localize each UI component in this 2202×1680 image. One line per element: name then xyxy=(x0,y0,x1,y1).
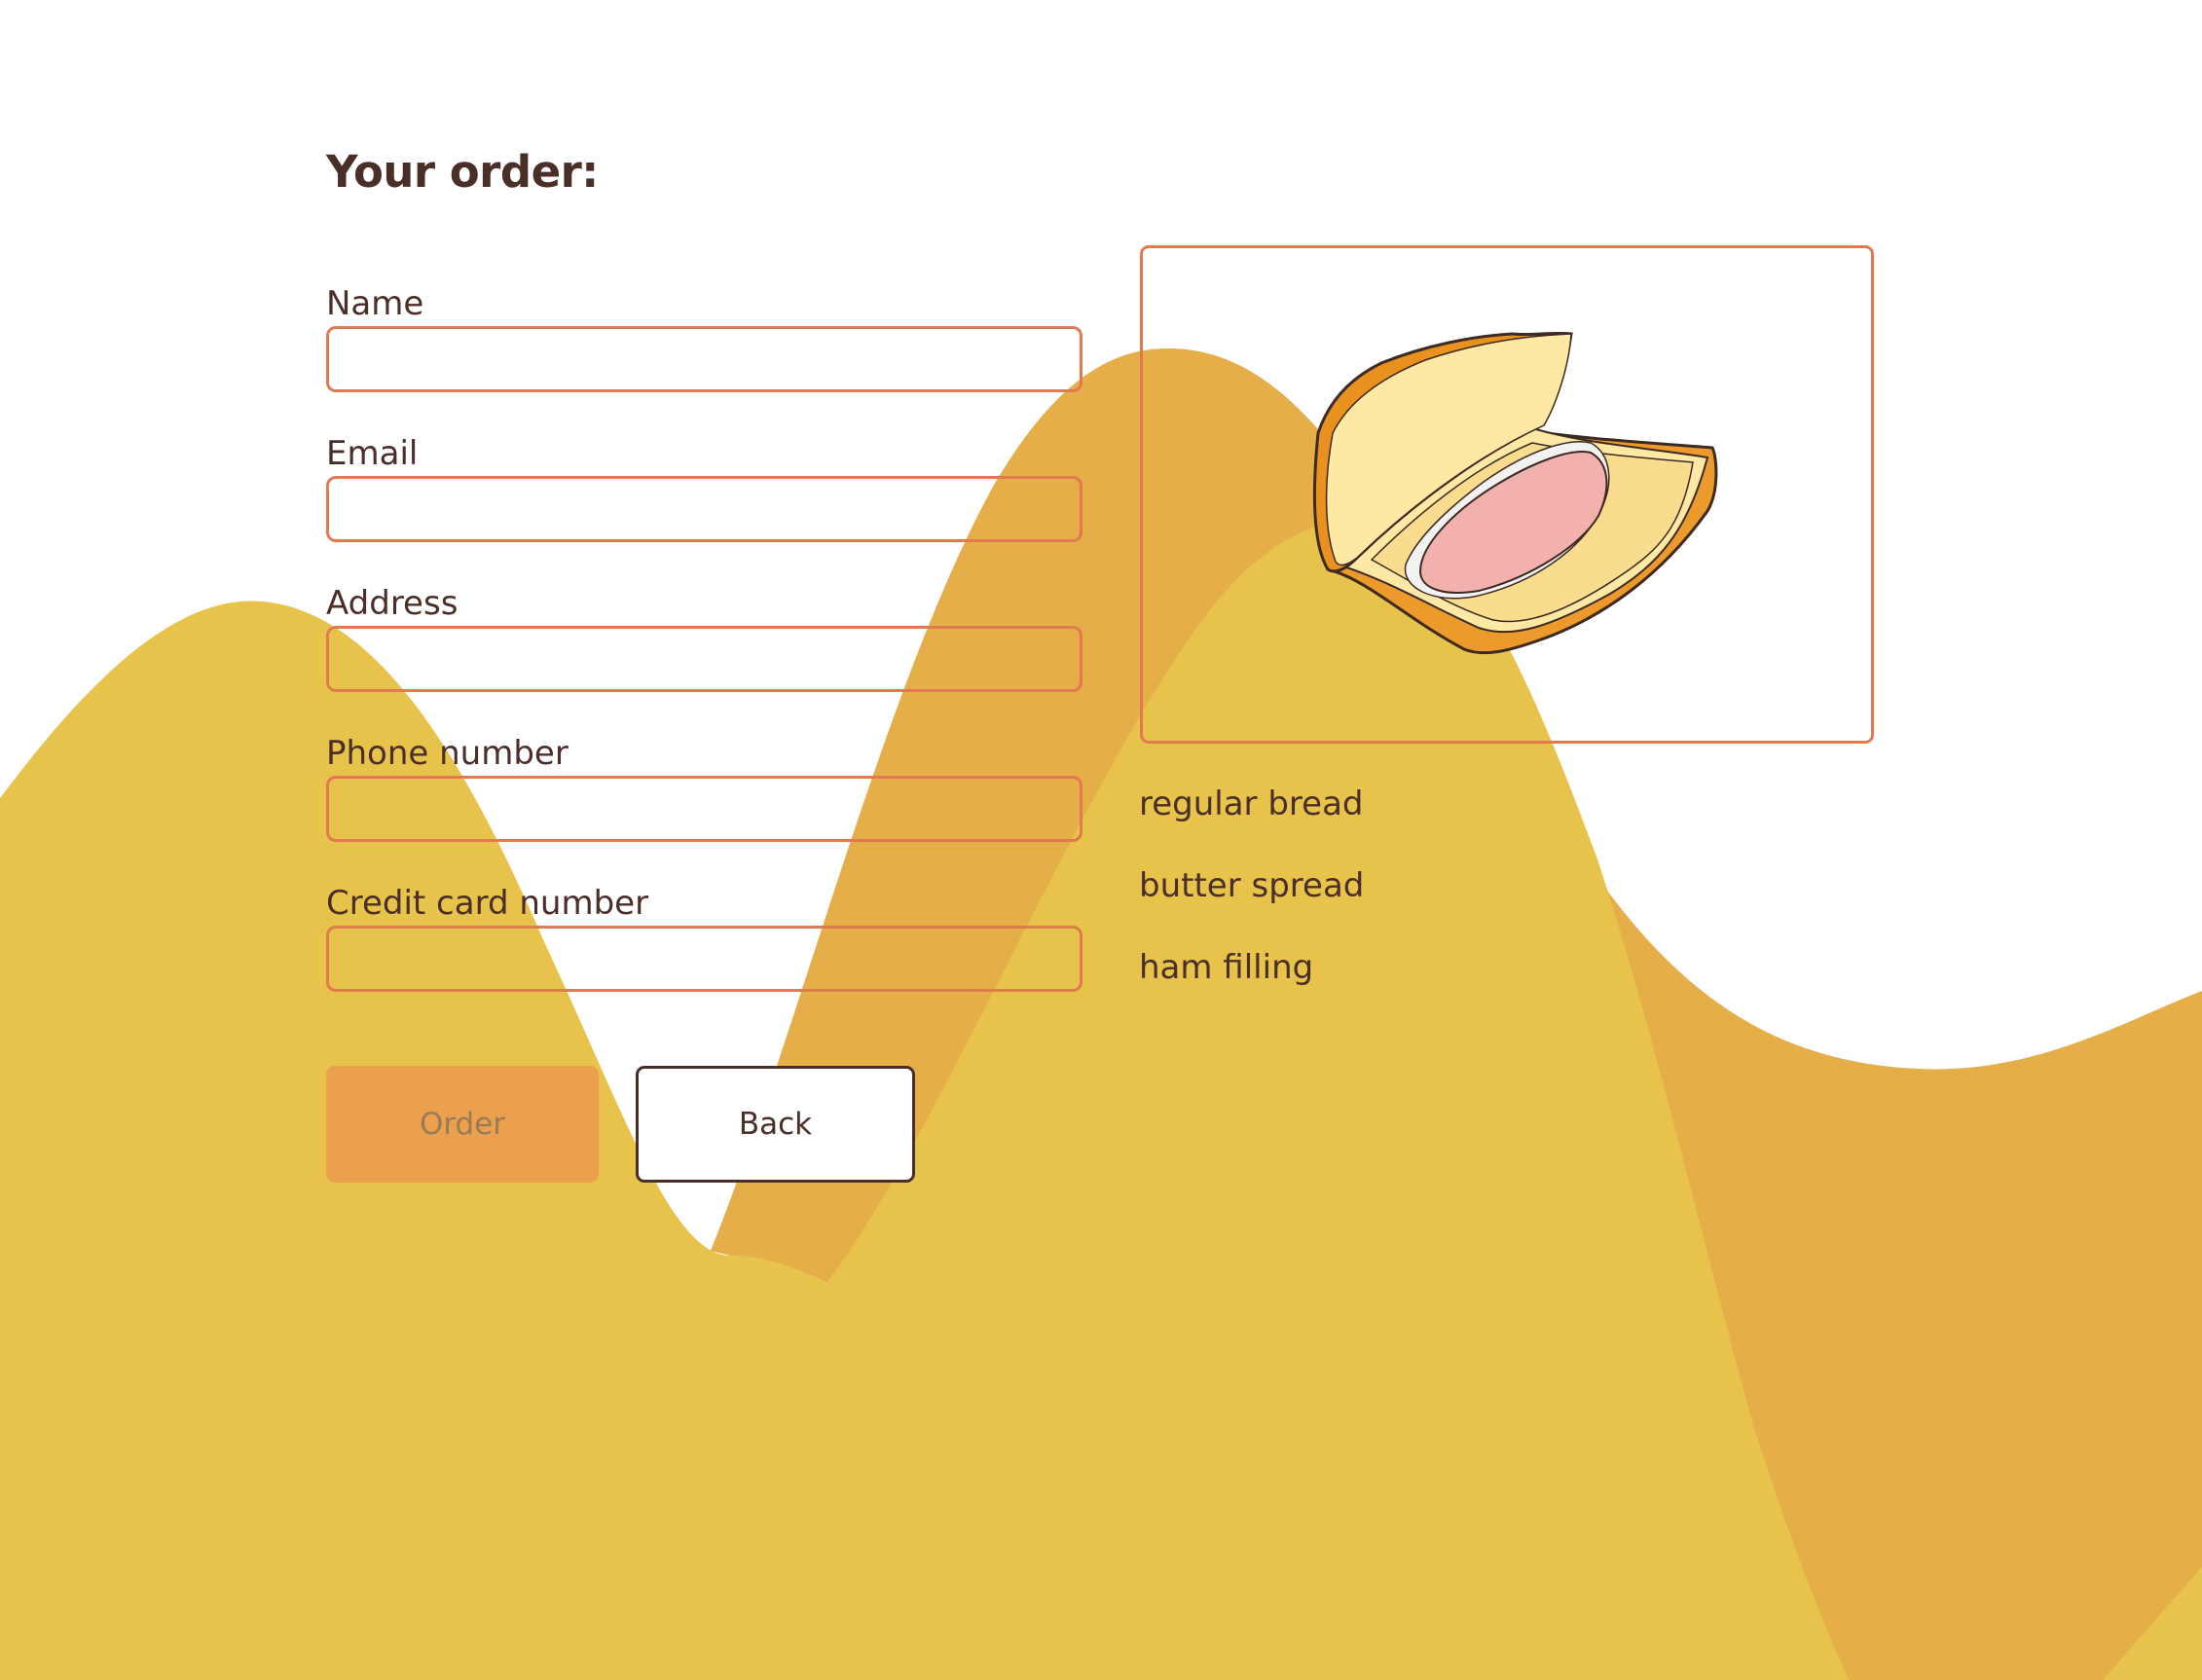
ingredient-spread: butter spread xyxy=(1139,866,1365,905)
name-label: Name xyxy=(326,284,424,323)
credit-card-input[interactable] xyxy=(326,926,1083,992)
address-input[interactable] xyxy=(326,626,1083,692)
email-input[interactable] xyxy=(326,476,1083,542)
phone-label: Phone number xyxy=(326,734,569,773)
phone-input[interactable] xyxy=(326,776,1083,842)
order-button[interactable]: Order xyxy=(326,1066,599,1183)
email-label: Email xyxy=(326,434,419,473)
sandwich-preview xyxy=(1140,245,1874,744)
page-title: Your order: xyxy=(326,146,599,198)
back-button[interactable]: Back xyxy=(636,1066,915,1183)
name-input[interactable] xyxy=(326,326,1083,392)
credit-card-label: Credit card number xyxy=(326,884,649,923)
ingredient-bread: regular bread xyxy=(1139,785,1364,823)
address-label: Address xyxy=(326,584,459,623)
sandwich-illustration xyxy=(1312,331,1718,655)
ingredient-filling: ham filling xyxy=(1139,948,1314,987)
